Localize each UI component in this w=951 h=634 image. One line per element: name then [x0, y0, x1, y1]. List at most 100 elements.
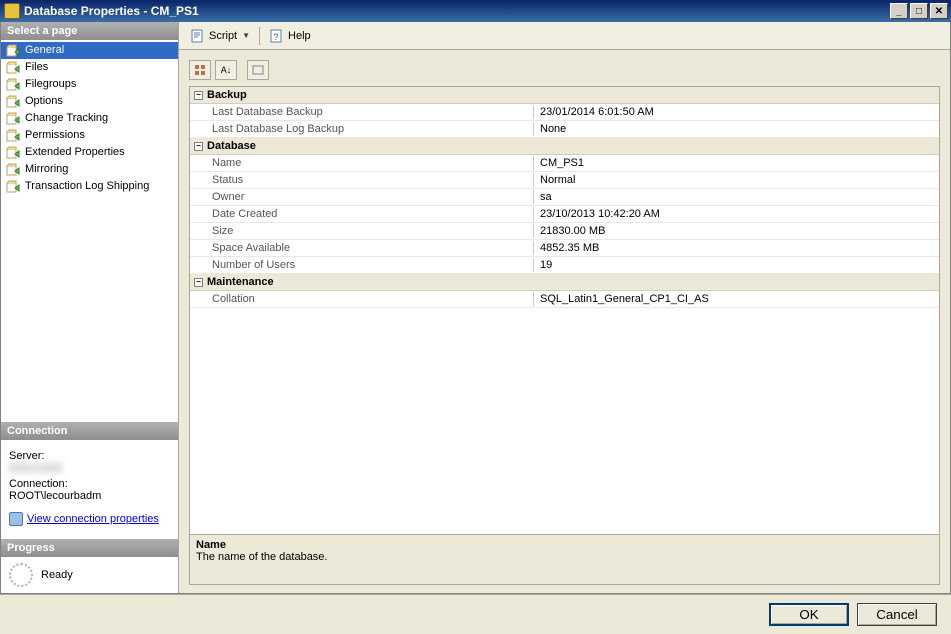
propgrid-value: 19 — [534, 258, 939, 272]
progress-status: Ready — [41, 569, 73, 581]
propgrid-row[interactable]: Date Created23/10/2013 10:42:20 AM — [190, 206, 939, 223]
page-item-permissions[interactable]: Permissions — [1, 127, 178, 144]
script-button[interactable]: Script ▼ — [185, 26, 255, 46]
propertypages-button[interactable] — [247, 60, 269, 80]
script-label: Script — [209, 30, 237, 42]
propgrid-key: Collation — [190, 292, 534, 306]
page-icon — [5, 95, 21, 109]
page-item-label: General — [25, 43, 64, 58]
page-icon — [5, 146, 21, 160]
collapse-icon[interactable]: − — [194, 278, 203, 287]
connection-label: Connection: — [9, 478, 170, 490]
section-title: Backup — [207, 89, 247, 101]
page-list: General Files Filegroups Options Change Trac… — [1, 40, 178, 422]
propgrid-row[interactable]: Space Available4852.35 MB — [190, 240, 939, 257]
dialog-button-bar: OK Cancel — [0, 594, 951, 634]
propgrid-key: Date Created — [190, 207, 534, 221]
right-panel: Script ▼ ? Help A↓ — [179, 22, 950, 593]
title-bar: Database Properties - CM_PS1 _ □ ✕ — [0, 0, 951, 22]
page-item-label: Permissions — [25, 128, 85, 143]
window-title: Database Properties - CM_PS1 — [24, 4, 890, 18]
page-icon — [5, 44, 21, 58]
server-value: (obscured) — [9, 462, 170, 474]
page-item-filegroups[interactable]: Filegroups — [1, 76, 178, 93]
script-icon — [190, 28, 206, 44]
page-item-general[interactable]: General — [1, 42, 178, 59]
propgrid-key: Space Available — [190, 241, 534, 255]
page-item-mirroring[interactable]: Mirroring — [1, 161, 178, 178]
page-item-label: Options — [25, 94, 63, 109]
propgrid-value: 23/10/2013 10:42:20 AM — [534, 207, 939, 221]
page-icon — [5, 163, 21, 177]
page-item-label: Files — [25, 60, 48, 75]
close-button[interactable]: ✕ — [930, 3, 948, 19]
section-title: Database — [207, 140, 256, 152]
propgrid-key: Number of Users — [190, 258, 534, 272]
connection-value: ROOT\lecourbadm — [9, 490, 170, 502]
select-page-header: Select a page — [1, 22, 178, 40]
propgrid-key: Owner — [190, 190, 534, 204]
categorized-button[interactable] — [189, 60, 211, 80]
propgrid-section-backup[interactable]: −Backup — [190, 87, 939, 104]
page-item-label: Extended Properties — [25, 145, 125, 160]
page-item-transaction-log-shipping[interactable]: Transaction Log Shipping — [1, 178, 178, 195]
propgrid-row[interactable]: Last Database Log BackupNone — [190, 121, 939, 138]
propgrid-row[interactable]: StatusNormal — [190, 172, 939, 189]
propgrid-key: Last Database Log Backup — [190, 122, 534, 136]
propgrid-key: Status — [190, 173, 534, 187]
propgrid-row[interactable]: NameCM_PS1 — [190, 155, 939, 172]
propgrid-row[interactable]: CollationSQL_Latin1_General_CP1_CI_AS — [190, 291, 939, 308]
cancel-button[interactable]: Cancel — [857, 603, 937, 626]
page-icon — [5, 112, 21, 126]
propgrid-value: SQL_Latin1_General_CP1_CI_AS — [534, 292, 939, 306]
help-button[interactable]: ? Help — [264, 26, 316, 46]
property-grid: −BackupLast Database Backup23/01/2014 6:… — [189, 86, 940, 585]
propgrid-value: sa — [534, 190, 939, 204]
server-label: Server: — [9, 450, 170, 462]
propgrid-key: Last Database Backup — [190, 105, 534, 119]
ok-button[interactable]: OK — [769, 603, 849, 626]
page-item-label: Mirroring — [25, 162, 68, 177]
page-item-options[interactable]: Options — [1, 93, 178, 110]
help-icon: ? — [269, 28, 285, 44]
property-desc-title: Name — [196, 539, 933, 551]
propgrid-section-maintenance[interactable]: −Maintenance — [190, 274, 939, 291]
propgrid-section-database[interactable]: −Database — [190, 138, 939, 155]
help-label: Help — [288, 30, 311, 42]
propgrid-value: 23/01/2014 6:01:50 AM — [534, 105, 939, 119]
collapse-icon[interactable]: − — [194, 142, 203, 151]
propgrid-key: Size — [190, 224, 534, 238]
page-icon — [5, 78, 21, 92]
properties-icon — [9, 512, 23, 526]
propgrid-row[interactable]: Last Database Backup23/01/2014 6:01:50 A… — [190, 104, 939, 121]
left-panel: Select a page General Files Filegroups Opti… — [1, 22, 179, 593]
maximize-button[interactable]: □ — [910, 3, 928, 19]
page-icon — [5, 129, 21, 143]
propgrid-value: 4852.35 MB — [534, 241, 939, 255]
property-desc-text: The name of the database. — [196, 551, 933, 563]
alphabetical-button[interactable]: A↓ — [215, 60, 237, 80]
propgrid-row[interactable]: Number of Users19 — [190, 257, 939, 274]
collapse-icon[interactable]: − — [194, 91, 203, 100]
property-grid-rows: −BackupLast Database Backup23/01/2014 6:… — [190, 87, 939, 534]
view-connection-properties-link[interactable]: View connection properties — [9, 512, 159, 526]
page-item-extended-properties[interactable]: Extended Properties — [1, 144, 178, 161]
connection-section: Server: (obscured) Connection: ROOT\leco… — [1, 440, 178, 539]
page-icon — [5, 180, 21, 194]
page-item-label: Filegroups — [25, 77, 76, 92]
page-item-label: Change Tracking — [25, 111, 108, 126]
progress-section: Ready — [1, 557, 178, 593]
propgrid-key: Name — [190, 156, 534, 170]
section-title: Maintenance — [207, 276, 274, 288]
progress-header: Progress — [1, 539, 178, 557]
page-item-files[interactable]: Files — [1, 59, 178, 76]
propgrid-row[interactable]: Ownersa — [190, 189, 939, 206]
svg-text:?: ? — [274, 32, 279, 42]
propgrid-value: 21830.00 MB — [534, 224, 939, 238]
connection-header: Connection — [1, 422, 178, 440]
toolbar: Script ▼ ? Help — [179, 22, 950, 50]
page-item-label: Transaction Log Shipping — [25, 179, 149, 194]
minimize-button[interactable]: _ — [890, 3, 908, 19]
propgrid-row[interactable]: Size21830.00 MB — [190, 223, 939, 240]
page-item-change-tracking[interactable]: Change Tracking — [1, 110, 178, 127]
